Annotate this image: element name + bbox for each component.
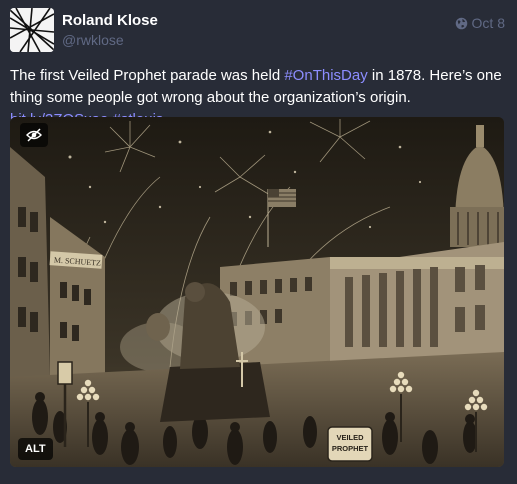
eye-slash-icon: [26, 128, 42, 142]
hashtag-onthisday[interactable]: #OnThisDay: [284, 67, 367, 84]
hide-media-button[interactable]: [20, 123, 48, 147]
display-name[interactable]: Roland Klose: [62, 12, 158, 29]
timestamp-text: Oct 8: [471, 15, 505, 31]
avatar[interactable]: [10, 8, 54, 52]
banner-line-2: PROPHET: [332, 444, 369, 453]
banner-line-1: VEILED: [336, 433, 364, 442]
media-attachment[interactable]: M. SCHUETZ VEILED PROPHET ALT: [10, 117, 504, 467]
username[interactable]: @rwklose: [62, 32, 124, 48]
parade-engraving: M. SCHUETZ VEILED PROPHET: [10, 117, 504, 467]
avatar-image: [10, 8, 54, 52]
globe-icon: [455, 17, 467, 29]
timestamp[interactable]: Oct 8: [455, 15, 505, 31]
alt-badge[interactable]: ALT: [18, 438, 53, 460]
content-text: The first Veiled Prophet parade was held: [10, 67, 285, 84]
